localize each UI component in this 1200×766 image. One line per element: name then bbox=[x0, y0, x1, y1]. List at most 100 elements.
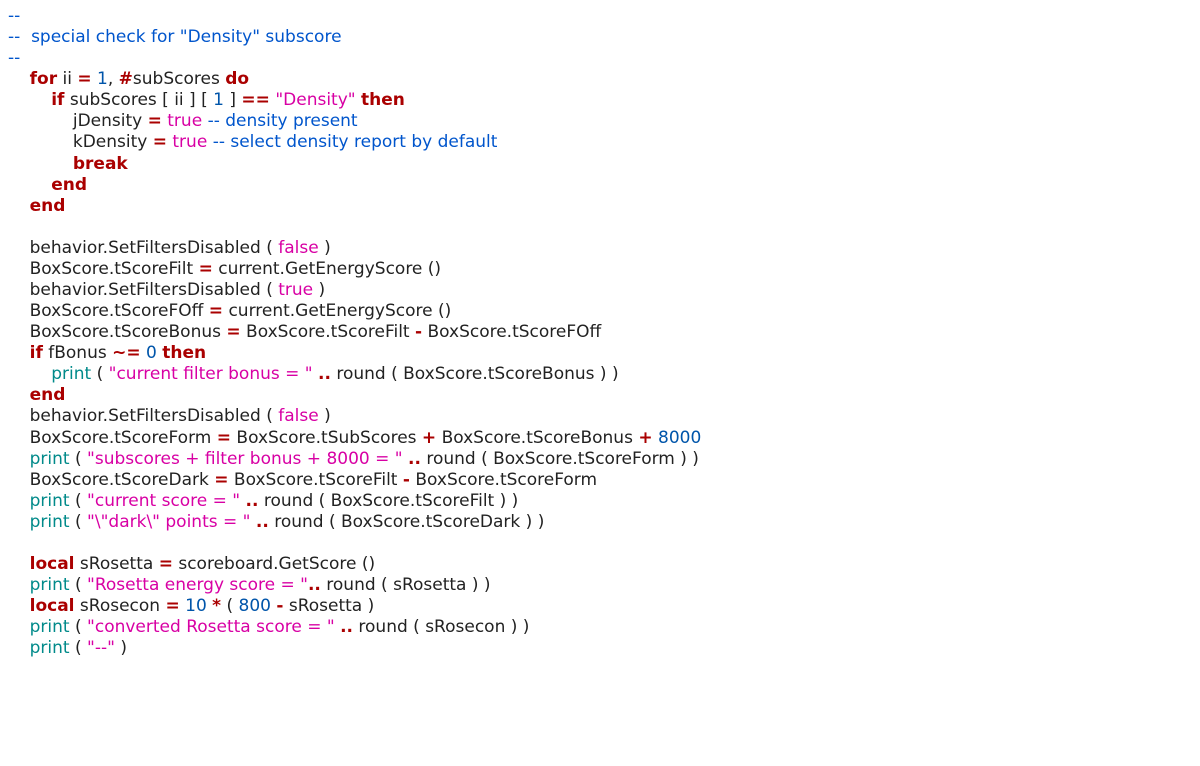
code-token: = bbox=[148, 111, 162, 131]
code-token: do bbox=[225, 69, 249, 89]
code-token: ( bbox=[70, 449, 87, 469]
code-token: for bbox=[30, 69, 57, 89]
code-token: -- bbox=[8, 48, 20, 68]
code-token: behavior.SetFiltersDisabled ( bbox=[8, 238, 278, 258]
code-token: BoxScore.tScoreBonus bbox=[8, 322, 226, 342]
code-token: + bbox=[422, 428, 436, 448]
code-line: end bbox=[8, 385, 65, 405]
code-token: BoxScore.tScoreFilt bbox=[241, 322, 415, 342]
code-token: end bbox=[30, 196, 66, 216]
code-token: ) bbox=[115, 638, 127, 658]
code-token: -- bbox=[8, 6, 20, 26]
code-token: print bbox=[30, 491, 70, 511]
code-token: then bbox=[361, 90, 405, 110]
code-token: 0 bbox=[146, 343, 157, 363]
code-token bbox=[8, 491, 30, 511]
code-token: ] bbox=[224, 90, 241, 110]
code-line: behavior.SetFiltersDisabled ( true ) bbox=[8, 280, 325, 300]
code-token: behavior.SetFiltersDisabled ( bbox=[8, 406, 278, 426]
code-token: sRosetta bbox=[75, 554, 159, 574]
code-token bbox=[8, 90, 51, 110]
code-token: ( bbox=[70, 638, 87, 658]
code-token: "current score = " bbox=[87, 491, 240, 511]
code-token: round ( sRosetta ) ) bbox=[321, 575, 491, 595]
code-token: = bbox=[217, 428, 231, 448]
code-token: BoxScore.tScoreForm bbox=[8, 428, 217, 448]
code-line: local sRosecon = 10 * ( 800 - sRosetta ) bbox=[8, 596, 374, 616]
code-token: end bbox=[51, 175, 87, 195]
code-token: print bbox=[30, 638, 70, 658]
code-token: true bbox=[167, 111, 202, 131]
code-token: = bbox=[226, 322, 240, 342]
code-token: -- special check for "Density" subscore bbox=[8, 27, 342, 47]
code-token: sRosecon bbox=[75, 596, 166, 616]
code-line bbox=[8, 217, 13, 237]
code-token: 8000 bbox=[658, 428, 701, 448]
code-token: local bbox=[30, 554, 75, 574]
code-line: end bbox=[8, 196, 65, 216]
code-token: BoxScore.tScoreFilt bbox=[229, 470, 403, 490]
code-token: "converted Rosetta score = " bbox=[87, 617, 335, 637]
code-token: ii bbox=[57, 69, 77, 89]
code-token: ) bbox=[319, 238, 331, 258]
code-token: ( bbox=[91, 364, 108, 384]
code-token: .. bbox=[318, 364, 331, 384]
code-token bbox=[8, 196, 30, 216]
code-line: print ( "current filter bonus = " .. rou… bbox=[8, 364, 619, 384]
code-token: # bbox=[119, 69, 133, 89]
code-token: print bbox=[30, 449, 70, 469]
code-token: local bbox=[30, 596, 75, 616]
code-token bbox=[8, 385, 30, 405]
code-token: BoxScore.tSubScores bbox=[231, 428, 422, 448]
code-token: - bbox=[403, 470, 410, 490]
code-line: -- bbox=[8, 48, 20, 68]
code-token: ~= bbox=[112, 343, 141, 363]
code-token: .. bbox=[256, 512, 269, 532]
code-token bbox=[8, 154, 73, 174]
code-line: print ( "\"dark\" points = " .. round ( … bbox=[8, 512, 544, 532]
code-line: kDensity = true -- select density report… bbox=[8, 132, 497, 152]
code-token: "Rosetta energy score = " bbox=[87, 575, 308, 595]
code-token: , bbox=[108, 69, 119, 89]
code-token: = bbox=[165, 596, 179, 616]
code-token: round ( BoxScore.tScoreDark ) ) bbox=[269, 512, 545, 532]
code-token: BoxScore.tScoreBonus bbox=[436, 428, 638, 448]
code-token bbox=[8, 69, 30, 89]
code-token: 800 bbox=[239, 596, 271, 616]
code-line: BoxScore.tScoreBonus = BoxScore.tScoreFi… bbox=[8, 322, 601, 342]
code-token: print bbox=[30, 617, 70, 637]
code-line: if subScores [ ii ] [ 1 ] == "Density" t… bbox=[8, 90, 405, 110]
code-token: end bbox=[30, 385, 66, 405]
code-token: scoreboard.GetScore () bbox=[173, 554, 375, 574]
code-token: subScores [ ii ] [ bbox=[64, 90, 213, 110]
code-token: kDensity bbox=[8, 132, 153, 152]
code-token: BoxScore.tScoreDark bbox=[8, 470, 214, 490]
code-token: true bbox=[172, 132, 207, 152]
code-token: BoxScore.tScoreFOff bbox=[8, 301, 209, 321]
code-line: print ( "subscores + filter bonus + 8000… bbox=[8, 449, 699, 469]
code-line: BoxScore.tScoreDark = BoxScore.tScoreFil… bbox=[8, 470, 597, 490]
code-token: ) bbox=[313, 280, 325, 300]
code-token: .. bbox=[246, 491, 259, 511]
code-line: jDensity = true -- density present bbox=[8, 111, 358, 131]
code-token bbox=[8, 575, 30, 595]
code-token: ( bbox=[70, 512, 87, 532]
code-token: behavior.SetFiltersDisabled ( bbox=[8, 280, 278, 300]
code-token: -- density present bbox=[208, 111, 358, 131]
code-line: BoxScore.tScoreFOff = current.GetEnergyS… bbox=[8, 301, 451, 321]
code-token: 1 bbox=[213, 90, 224, 110]
code-block: -- -- special check for "Density" subsco… bbox=[0, 0, 1200, 679]
code-token bbox=[8, 343, 30, 363]
code-line: print ( "--" ) bbox=[8, 638, 127, 658]
code-token: round ( BoxScore.tScoreBonus ) ) bbox=[331, 364, 619, 384]
code-token: round ( BoxScore.tScoreFilt ) ) bbox=[258, 491, 518, 511]
code-token: == bbox=[241, 90, 270, 110]
code-line: -- special check for "Density" subscore bbox=[8, 27, 342, 47]
code-token: "\"dark\" points = " bbox=[87, 512, 250, 532]
code-token: true bbox=[278, 280, 313, 300]
code-token: 10 bbox=[185, 596, 207, 616]
code-token: print bbox=[30, 575, 70, 595]
code-token: if bbox=[30, 343, 43, 363]
code-token: "current filter bonus = " bbox=[109, 364, 313, 384]
code-token bbox=[8, 617, 30, 637]
